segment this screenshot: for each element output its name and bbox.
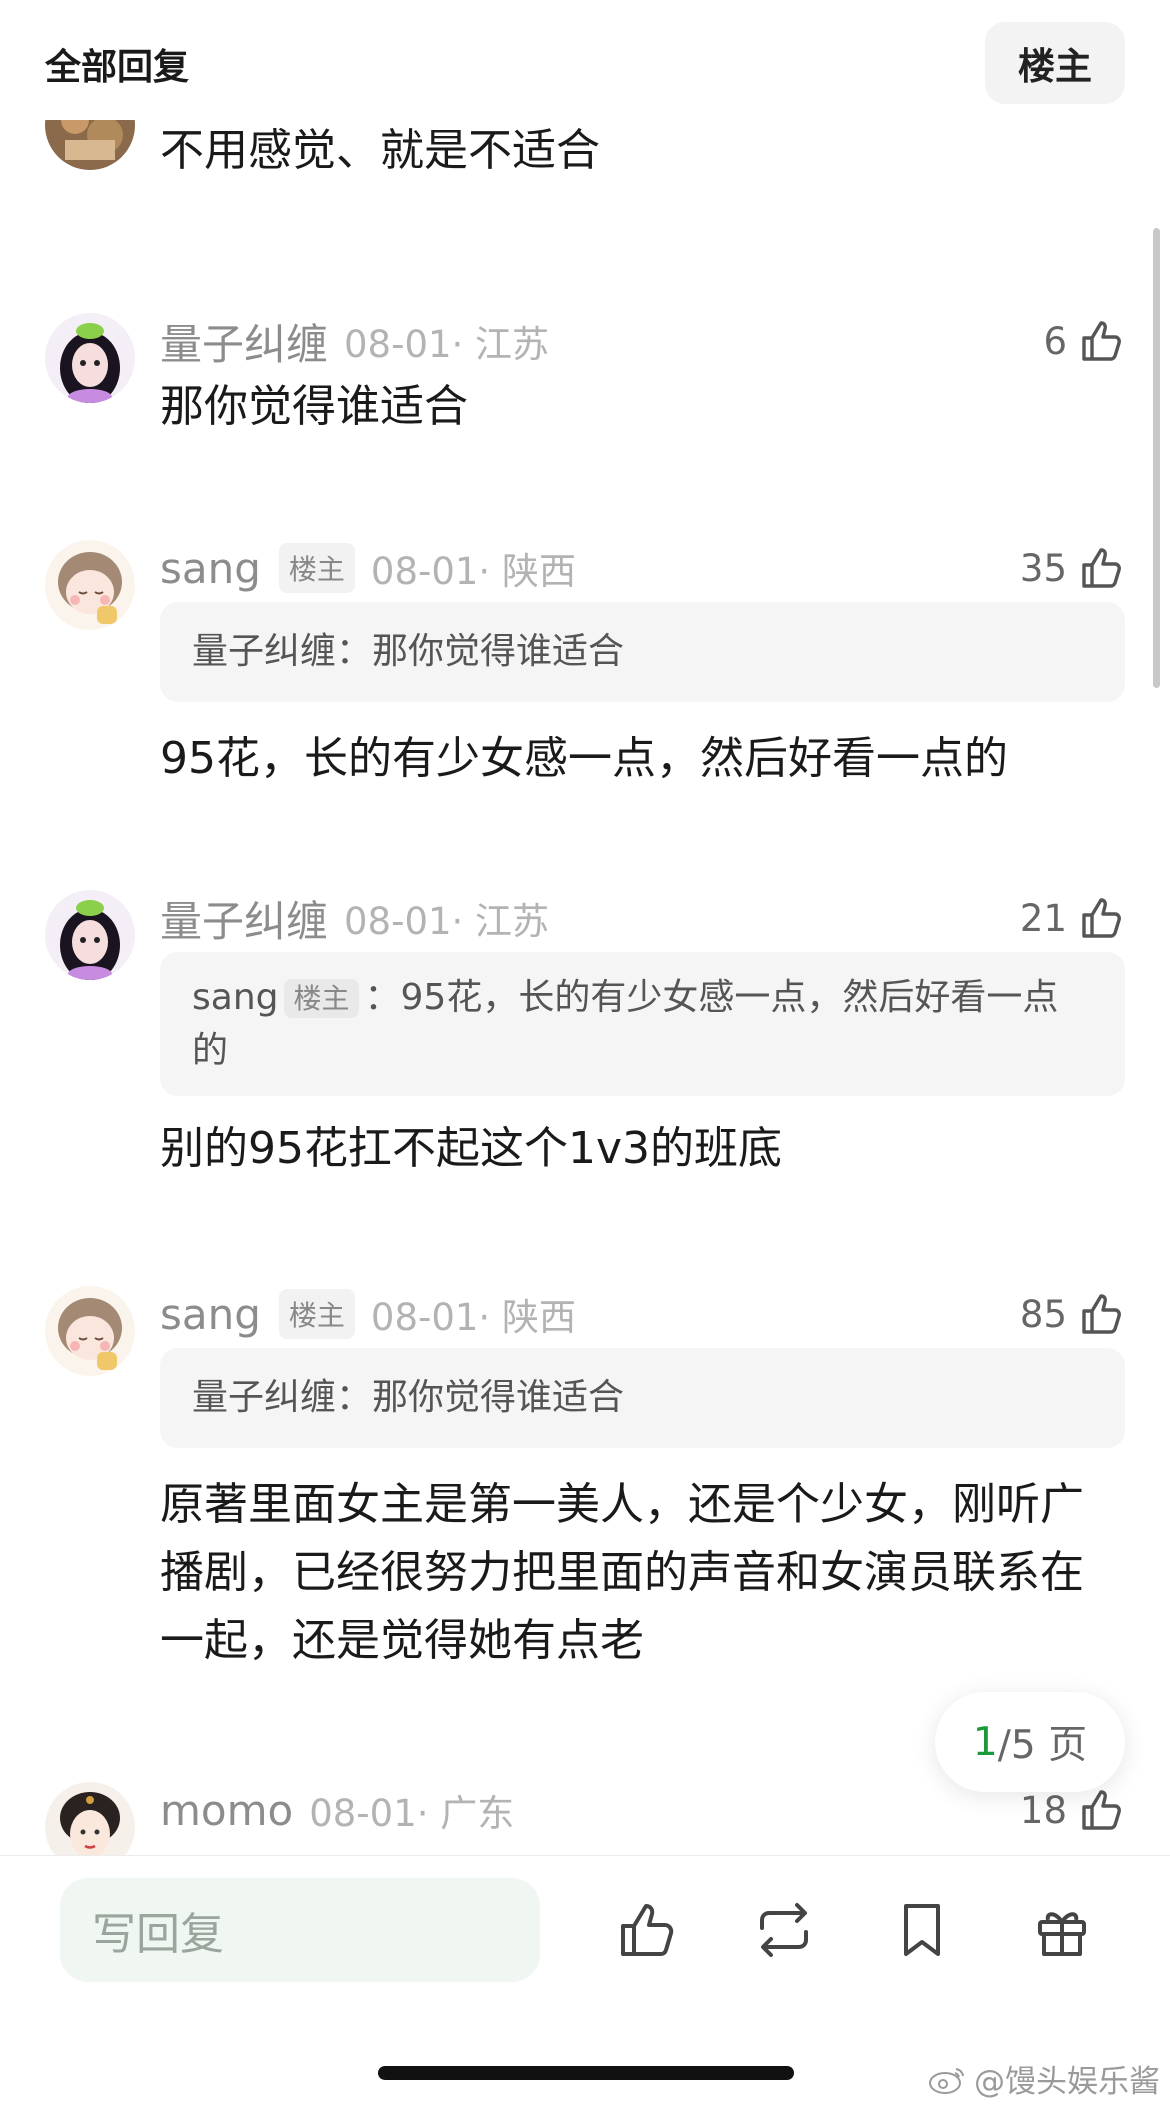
like-button[interactable]: 35 [1020, 540, 1125, 596]
op-only-filter-button[interactable]: 楼主 [985, 22, 1125, 104]
quoted-reply[interactable]: 量子纠缠：那你觉得谁适合 [160, 602, 1125, 702]
thumb-up-icon[interactable] [1077, 894, 1125, 942]
username[interactable]: momo [160, 1786, 293, 1835]
home-indicator[interactable] [378, 2066, 794, 2080]
thumb-up-icon[interactable] [1077, 317, 1125, 365]
like-button[interactable]: 6 [1043, 313, 1125, 369]
like-count: 85 [1019, 1292, 1067, 1336]
like-count: 18 [1019, 1788, 1067, 1832]
comment-text: 95花，长的有少女感一点，然后好看一点的 [160, 733, 1008, 784]
like-count: 35 [1019, 546, 1067, 590]
comment-text: 原著里面女主是第一美人，还是个少女，刚听广播剧，已经很努力把里面的声音和女演员联… [160, 1479, 1084, 1666]
comment-meta: sang 楼主 08-01· 陕西 [160, 540, 576, 596]
avatar[interactable] [45, 120, 135, 170]
thumb-up-icon[interactable] [1077, 544, 1125, 592]
current-page: 1 [972, 1719, 998, 1765]
username[interactable]: 量子纠缠 [160, 888, 328, 949]
quoted-reply[interactable]: sang 楼主 ：95花，长的有少女感一点，然后好看一点的 [160, 952, 1125, 1096]
header: 全部回复 楼主 [0, 0, 1170, 120]
page-indicator[interactable]: 1/5 页 [935, 1692, 1125, 1792]
comment-meta: sang 楼主 08-01· 陕西 [160, 1286, 576, 1342]
like-count: 21 [1019, 896, 1067, 940]
avatar[interactable] [45, 890, 135, 980]
comment-meta: momo 08-01· 广东 [160, 1782, 514, 1838]
comment-text: 那你觉得谁适合 [160, 381, 468, 432]
op-badge: 楼主 [284, 978, 359, 1018]
repost-icon[interactable] [752, 1898, 816, 1962]
comment-text: 别的95花扛不起这个1v3的班底 [160, 1123, 783, 1174]
date-location: 08-01· 江苏 [344, 323, 550, 366]
quote-separator: ： [336, 631, 373, 672]
quoted-text: 那你觉得谁适合 [372, 631, 625, 672]
thumb-up-icon[interactable] [1077, 1290, 1125, 1338]
quoted-username: 量子纠缠 [192, 1377, 337, 1418]
quoted-reply[interactable]: 量子纠缠：那你觉得谁适合 [160, 1348, 1125, 1448]
gift-icon[interactable] [1030, 1898, 1094, 1962]
date-location: 08-01· 广东 [309, 1792, 515, 1835]
quoted-username: sang [192, 976, 279, 1018]
date-location: 08-01· 江苏 [344, 900, 550, 943]
comment-meta: 量子纠缠 08-01· 江苏 [160, 890, 549, 946]
quote-separator: ： [336, 1377, 373, 1418]
avatar[interactable] [45, 1286, 135, 1376]
avatar[interactable] [45, 540, 135, 630]
total-pages: /5 页 [997, 1723, 1088, 1768]
like-icon[interactable] [615, 1898, 679, 1962]
watermark-text: @馒头娱乐酱 [974, 2064, 1160, 2100]
comment-text: 不用感觉、就是不适合 [160, 125, 600, 176]
username[interactable]: sang [160, 544, 261, 593]
username[interactable]: 量子纠缠 [160, 311, 328, 372]
comment-meta: 量子纠缠 08-01· 江苏 [160, 313, 549, 369]
avatar[interactable] [45, 1782, 135, 1856]
like-button[interactable]: 21 [1020, 890, 1125, 946]
like-count: 6 [1043, 319, 1067, 363]
watermark: @馒头娱乐酱 [928, 2056, 1160, 2101]
scrollbar[interactable] [1153, 228, 1160, 688]
page-title: 全部回复 [45, 47, 190, 88]
username[interactable]: sang [160, 1290, 261, 1339]
reply-input[interactable]: 写回复 [60, 1878, 540, 1982]
weibo-logo-icon [929, 2067, 964, 2094]
date-location: 08-01· 陕西 [370, 550, 576, 593]
op-badge: 楼主 [278, 543, 355, 593]
like-button[interactable]: 85 [1020, 1286, 1125, 1342]
bottom-action-bar: 写回复 @馒头娱乐酱 [0, 1855, 1170, 2104]
comment-list[interactable]: 不用感觉、就是不适合 量子纠缠 08-01· 江苏 6 那你觉得谁适合 sang… [0, 120, 1170, 1856]
quoted-text: 那你觉得谁适合 [372, 1377, 625, 1418]
op-badge: 楼主 [278, 1289, 355, 1339]
thumb-up-icon[interactable] [1077, 1786, 1125, 1834]
date-location: 08-01· 陕西 [370, 1296, 576, 1339]
quoted-username: 量子纠缠 [192, 631, 337, 672]
quote-separator: ： [364, 976, 401, 1018]
avatar[interactable] [45, 313, 135, 403]
bookmark-icon[interactable] [890, 1898, 954, 1962]
